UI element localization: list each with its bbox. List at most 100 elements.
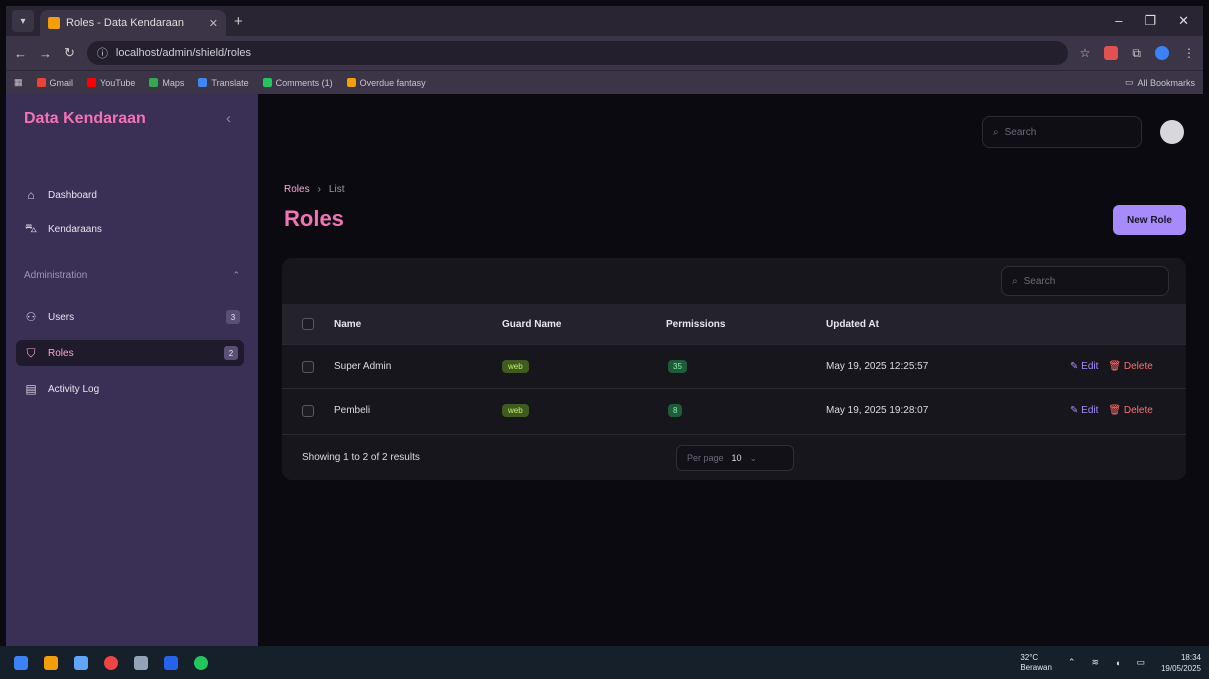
select-all-checkbox[interactable] xyxy=(302,318,314,330)
table-search-input[interactable]: ⌕ Search xyxy=(1001,266,1169,296)
collapse-sidebar-icon[interactable]: ‹ xyxy=(226,110,231,127)
delete-button[interactable]: 🗑 Delete xyxy=(1108,361,1152,372)
overdue-icon xyxy=(346,78,356,87)
whatsapp-icon[interactable] xyxy=(194,655,208,670)
bookmark-maps[interactable]: Maps xyxy=(149,78,184,88)
translate-icon xyxy=(198,78,208,87)
bookmark-star-icon[interactable]: ☆ xyxy=(1080,46,1091,60)
bookmark-gmail[interactable]: Gmail xyxy=(36,78,73,88)
row-checkbox[interactable] xyxy=(302,404,314,417)
updated-at: May 19, 2025 19:28:07 xyxy=(826,405,929,416)
edit-label: Edit xyxy=(1081,405,1099,416)
sidebar: Data Kendaraan ‹ ⌂ Dashboard ⛍ Kendaraan… xyxy=(6,94,258,646)
sidebar-item-label: Dashboard xyxy=(48,189,97,201)
sidebar-item-users[interactable]: ⚇ Users 3 xyxy=(24,304,240,330)
vscode-icon[interactable] xyxy=(164,655,178,670)
table-row[interactable]: Pembeli web 8 May 19, 2025 19:28:07 ✎ Ed… xyxy=(282,388,1186,432)
terminal-icon[interactable] xyxy=(134,655,148,670)
forward-icon[interactable]: → xyxy=(39,46,52,61)
new-role-button[interactable]: New Role xyxy=(1113,205,1186,235)
role-name: Pembeli xyxy=(334,405,371,416)
all-bookmarks-label: All Bookmarks xyxy=(1137,77,1195,88)
per-page-select[interactable]: Per page 10 ⌄ xyxy=(676,445,794,471)
edit-button[interactable]: ✎ Edit xyxy=(1070,361,1098,372)
close-icon[interactable]: ✕ xyxy=(209,17,218,30)
url-input[interactable]: ⓘ localhost/admin/shield/roles xyxy=(86,41,1068,65)
bookmark-youtube[interactable]: YouTube xyxy=(87,78,135,88)
bookmark-comments[interactable]: Comments (1) xyxy=(262,77,333,88)
volume-icon[interactable]: ◖ xyxy=(1115,658,1120,668)
sidebar-item-kendaraans[interactable]: ⛍ Kendaraans xyxy=(24,216,240,242)
reload-icon[interactable]: ↻ xyxy=(64,45,75,61)
windows-start-icon[interactable] xyxy=(14,655,28,670)
users-icon: ⚇ xyxy=(25,310,37,324)
store-icon[interactable] xyxy=(74,655,88,670)
tab-strip: ▾ Roles - Data Kendaraan ✕ + – ❐ ✕ xyxy=(6,6,1203,36)
count-badge: 3 xyxy=(226,310,240,324)
column-permissions[interactable]: Permissions xyxy=(666,304,725,344)
file-explorer-icon[interactable] xyxy=(44,655,58,670)
table-header: Name Guard Name Permissions Updated At xyxy=(282,304,1186,344)
weather-widget[interactable]: 32°C Berawan xyxy=(1020,653,1052,673)
chevron-down-icon: ⌄ xyxy=(749,452,758,463)
wifi-icon[interactable]: ≋ xyxy=(1091,657,1099,668)
row-checkbox[interactable] xyxy=(302,360,314,373)
updated-at: May 19, 2025 12:25:57 xyxy=(826,361,929,372)
tray-chevron-icon[interactable]: ⌃ xyxy=(1068,657,1076,668)
pagination-summary: Showing 1 to 2 of 2 results xyxy=(302,452,420,463)
minimize-icon[interactable]: – xyxy=(1115,13,1122,29)
sidebar-item-dashboard[interactable]: ⌂ Dashboard xyxy=(24,182,240,208)
battery-icon[interactable]: ▭ xyxy=(1136,657,1145,668)
column-updated-at[interactable]: Updated At xyxy=(826,304,879,344)
breadcrumb-separator-icon: › xyxy=(317,184,321,195)
tab-search-icon[interactable]: ▾ xyxy=(12,10,34,32)
car-icon: ⛍ xyxy=(24,221,38,235)
column-name[interactable]: Name xyxy=(334,304,361,344)
browser-menu-icon[interactable]: ⋮ xyxy=(1183,46,1195,60)
new-tab-icon[interactable]: + xyxy=(234,13,243,30)
maximize-icon[interactable]: ❐ xyxy=(1144,13,1156,29)
search-placeholder: Search xyxy=(1023,275,1056,287)
edit-button[interactable]: ✎ Edit xyxy=(1070,405,1098,416)
bookmark-overdue[interactable]: Overdue fantasy xyxy=(346,78,426,88)
column-guard-name[interactable]: Guard Name xyxy=(502,304,561,344)
delete-button[interactable]: 🗑 Delete xyxy=(1108,405,1152,416)
bookmark-translate[interactable]: Translate xyxy=(198,78,249,88)
count-badge: 2 xyxy=(224,346,238,360)
table-row[interactable]: Super Admin web 35 May 19, 2025 12:25:57… xyxy=(282,344,1186,388)
bookmark-label: Maps xyxy=(162,77,185,88)
group-label: Administration xyxy=(24,270,88,281)
chevron-up-icon[interactable]: ⌃ xyxy=(232,270,240,281)
all-bookmarks[interactable]: ▭ All Bookmarks xyxy=(1125,77,1195,88)
site-info-icon[interactable]: ⓘ xyxy=(97,45,108,61)
breadcrumb-roles[interactable]: Roles xyxy=(284,184,310,195)
search-icon: ⌕ xyxy=(993,126,999,138)
role-name: Super Admin xyxy=(334,361,392,372)
per-page-label: Per page xyxy=(687,453,724,463)
back-icon[interactable]: ← xyxy=(14,46,27,61)
comments-icon xyxy=(262,78,272,87)
delete-label: Delete xyxy=(1123,361,1153,372)
bookmark-label: Comments (1) xyxy=(275,77,333,88)
apps-grid-icon[interactable]: ▦ xyxy=(14,77,23,88)
brand-title[interactable]: Data Kendaraan xyxy=(24,110,146,128)
clock[interactable]: 18:34 19/05/2025 xyxy=(1161,652,1201,674)
sidebar-item-label: Kendaraans xyxy=(48,223,102,235)
guard-badge: web xyxy=(502,360,529,373)
youtube-icon xyxy=(87,78,97,87)
browser-tab[interactable]: Roles - Data Kendaraan ✕ xyxy=(40,10,226,36)
extensions-puzzle-icon[interactable]: ⧉ xyxy=(1132,46,1141,61)
sidebar-item-roles[interactable]: ⛉ Roles 2 xyxy=(16,340,244,366)
log-icon: ▤ xyxy=(25,382,37,396)
chrome-icon[interactable] xyxy=(104,655,118,670)
sidebar-item-activity-log[interactable]: ▤ Activity Log xyxy=(24,376,240,402)
avatar[interactable] xyxy=(1160,120,1184,144)
window-close-icon[interactable]: ✕ xyxy=(1178,13,1189,29)
search-placeholder: Search xyxy=(1004,126,1037,138)
extension-icon[interactable] xyxy=(1104,46,1119,60)
sidebar-group-administration[interactable]: Administration ⌃ xyxy=(24,270,240,281)
global-search-input[interactable]: ⌕ Search xyxy=(982,116,1142,148)
bookmark-label: YouTube xyxy=(100,77,136,88)
sidebar-item-label: Activity Log xyxy=(48,383,100,395)
profile-icon[interactable] xyxy=(1155,46,1169,60)
